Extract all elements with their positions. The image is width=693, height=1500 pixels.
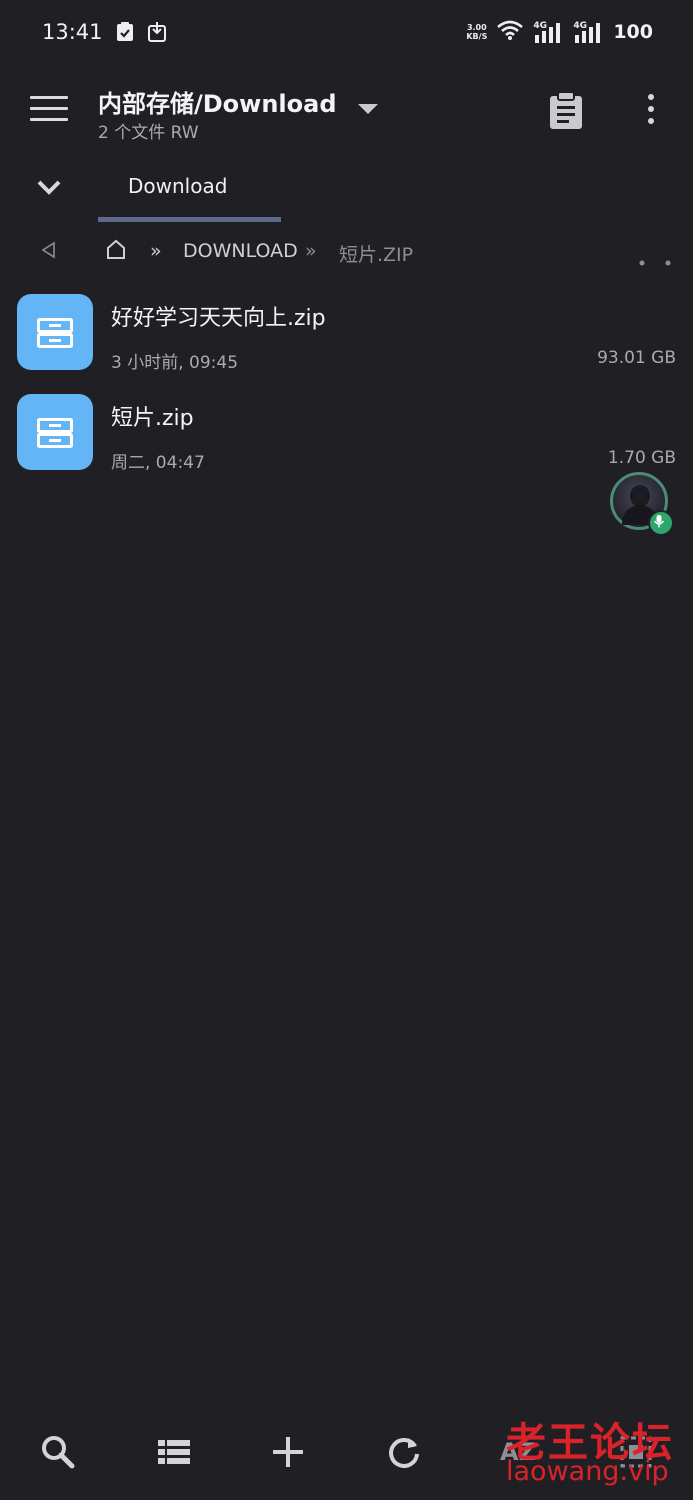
cell-signal-1-icon: 4G [533, 21, 563, 43]
file-modified: 周二, 04:47 [111, 453, 205, 473]
clipboard-check-icon [116, 22, 134, 46]
more-options-button[interactable] [640, 94, 662, 130]
microphone-icon [648, 510, 674, 536]
more-vert-icon-dot [648, 118, 654, 124]
dropdown-caret-icon[interactable] [358, 104, 378, 114]
hamburger-icon-line [30, 96, 68, 99]
page-title[interactable]: 内部存储/Download [98, 84, 337, 119]
avatar-head [630, 485, 650, 507]
tab-row: Download [0, 160, 693, 224]
file-row[interactable]: 好好学习天天向上.zip 3 小时前, 09:45 93.01 GB [0, 294, 693, 386]
cell-signal-2-label: 4G [573, 21, 587, 31]
search-icon [42, 1436, 75, 1469]
more-vert-icon-dot [648, 106, 654, 112]
breadcrumb: » DOWNLOAD » 短片.ZIP [0, 232, 693, 276]
page-subtitle: 2 个文件 RW [98, 123, 199, 143]
network-speed-value: 3.00 [466, 23, 487, 32]
sort-button[interactable]: AZ [500, 1438, 544, 1482]
view-list-button[interactable] [154, 1432, 198, 1476]
network-speed-unit: KB/S [466, 32, 488, 41]
hamburger-icon-line [30, 107, 68, 110]
battery-level: 100 [613, 21, 653, 43]
bottom-action-bar: AZ [0, 1410, 693, 1500]
file-size: 93.01 GB [597, 348, 676, 368]
file-row[interactable]: 短片.zip 周二, 04:47 1.70 GB [0, 394, 693, 486]
status-time: 13:41 [42, 20, 103, 44]
file-name: 短片.zip [111, 406, 194, 431]
app-toolbar: 内部存储/Download 2 个文件 RW [0, 72, 693, 152]
clipboard-button[interactable] [548, 91, 584, 130]
breadcrumb-separator: » [150, 240, 162, 262]
cell-signal-1-label: 4G [533, 21, 547, 31]
archive-file-icon [17, 394, 93, 470]
tab-label: Download [128, 174, 228, 198]
breadcrumb-segment-zip[interactable]: 短片.ZIP [339, 240, 413, 267]
back-triangle-icon[interactable] [40, 240, 56, 265]
select-all-button[interactable] [616, 1432, 660, 1476]
hamburger-icon-line [30, 118, 68, 121]
archive-file-icon [17, 294, 93, 370]
menu-button[interactable] [30, 96, 68, 126]
clipboard-icon [550, 91, 582, 129]
select-all-icon [620, 1436, 652, 1468]
file-modified: 3 小时前, 09:45 [111, 353, 239, 373]
view-list-icon [158, 1440, 190, 1464]
file-name: 好好学习天天向上.zip [111, 306, 326, 331]
network-speed: 3.00 KB/S [466, 23, 487, 41]
tab-download[interactable]: Download [98, 160, 281, 222]
download-notification-icon [148, 22, 166, 46]
more-vert-icon-dot [648, 94, 654, 100]
cell-signal-2-icon: 4G [573, 21, 603, 43]
plus-icon [273, 1437, 303, 1467]
breadcrumb-more-icon[interactable] [638, 250, 674, 272]
add-button[interactable] [268, 1432, 312, 1476]
breadcrumb-separator: » [305, 240, 317, 262]
search-button[interactable] [38, 1432, 82, 1476]
status-bar: 13:41 3.00 KB/S 4G 4G 100 [0, 0, 693, 66]
chevron-down-icon [37, 180, 61, 195]
refresh-icon [389, 1438, 419, 1468]
home-icon[interactable] [106, 238, 126, 265]
refresh-button[interactable] [384, 1432, 428, 1476]
tab-active-indicator [98, 217, 281, 222]
wifi-icon [497, 20, 524, 44]
breadcrumb-segment-download[interactable]: DOWNLOAD [183, 240, 298, 262]
file-size: 1.70 GB [607, 448, 676, 468]
collapse-tabs-button[interactable] [36, 178, 62, 198]
